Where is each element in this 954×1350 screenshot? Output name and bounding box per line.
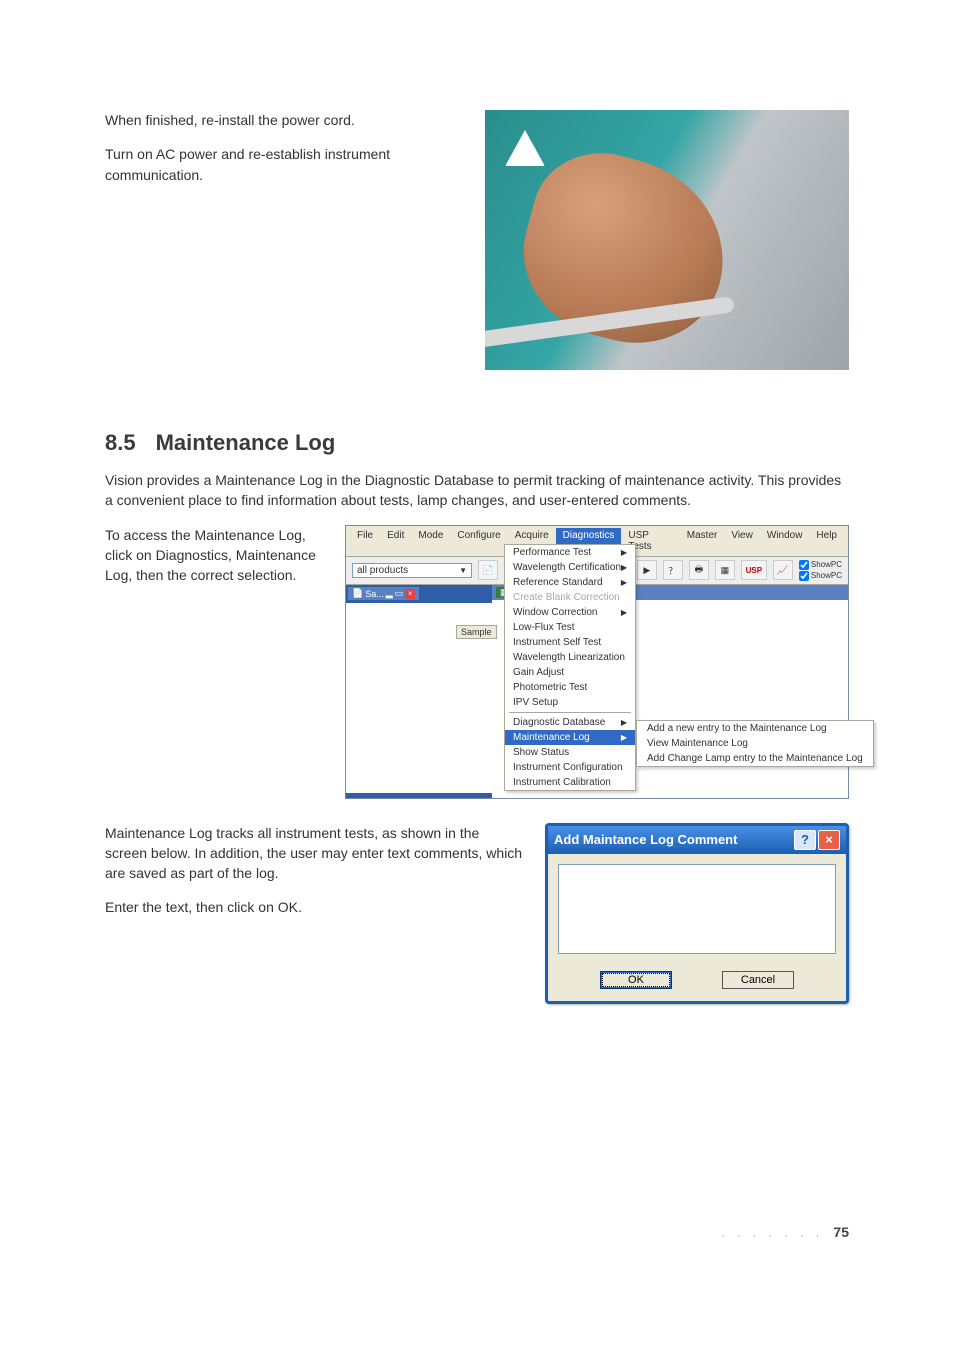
menu-item-window-correction[interactable]: Window Correction▶ (505, 605, 635, 620)
chevron-right-icon: ▶ (621, 608, 627, 617)
page-number: 75 (833, 1224, 849, 1240)
window-icon[interactable]: ▭ (395, 588, 404, 599)
menu-item-reference-standard[interactable]: Reference Standard▶ (505, 575, 635, 590)
cancel-button[interactable]: Cancel (722, 971, 794, 989)
comment-textarea[interactable] (558, 864, 836, 954)
menu-item-wavelength-certification[interactable]: Wavelength Certification▶ (505, 560, 635, 575)
chevron-right-icon: ▶ (621, 718, 627, 727)
product-combo[interactable]: all products ▼ (352, 563, 472, 578)
chevron-right-icon: ▶ (621, 548, 627, 557)
menu-item-ipv-setup[interactable]: IPV Setup (505, 695, 635, 710)
submenu-item-add-change-lamp-entry-to-the-m[interactable]: Add Change Lamp entry to the Maintenance… (637, 751, 873, 766)
section-title-text: Maintenance Log (156, 430, 336, 455)
screenshot-menu: FileEditModeConfigureAcquireDiagnosticsU… (345, 525, 849, 799)
menu-item-create-blank-correction: Create Blank Correction (505, 590, 635, 605)
menu-file[interactable]: File (350, 528, 380, 554)
menu-item-performance-test[interactable]: Performance Test▶ (505, 545, 635, 560)
doc-icon[interactable]: 📄 (478, 560, 498, 580)
menu-item-low-flux-test[interactable]: Low-Flux Test (505, 620, 635, 635)
section-number: 8.5 (105, 430, 136, 455)
chevron-right-icon: ▶ (621, 578, 627, 587)
menu-item-instrument-self-test[interactable]: Instrument Self Test (505, 635, 635, 650)
menu-edit[interactable]: Edit (380, 528, 411, 554)
help-icon[interactable]: ? (794, 830, 816, 850)
sample-label: Sample (456, 625, 497, 639)
footer-dots: . . . . . . . (721, 1224, 824, 1240)
play-icon[interactable]: ▶ (637, 560, 657, 580)
menu-master[interactable]: Master (680, 528, 725, 554)
menu-item-wavelength-linearization[interactable]: Wavelength Linearization (505, 650, 635, 665)
chevron-right-icon: ▶ (621, 563, 627, 572)
print-icon[interactable]: 🖶 (689, 560, 709, 580)
close-icon[interactable]: × (405, 589, 415, 599)
paragraph-4: Enter the text, then click on OK. (105, 897, 525, 917)
help-pointer-icon[interactable]: ？ (663, 560, 683, 580)
submenu-item-view-maintenance-log[interactable]: View Maintenance Log (637, 736, 873, 751)
dialog-title: Add Maintance Log Comment (554, 832, 737, 847)
combo-value: all products (357, 565, 408, 576)
menu-item-maintenance-log[interactable]: Maintenance Log▶ (505, 730, 635, 745)
menu-item-gain-adjust[interactable]: Gain Adjust (505, 665, 635, 680)
instrument-photo (485, 110, 849, 370)
maintenance-log-submenu: Add a new entry to the Maintenance LogVi… (636, 720, 874, 767)
close-icon[interactable]: × (818, 830, 840, 850)
menu-item-photometric-test[interactable]: Photometric Test (505, 680, 635, 695)
report-icon[interactable]: ▦ (715, 560, 735, 580)
submenu-item-add-a-new-entry-to-the-mainten[interactable]: Add a new entry to the Maintenance Log (637, 721, 873, 736)
menu-mode[interactable]: Mode (411, 528, 450, 554)
menu-view[interactable]: View (724, 528, 760, 554)
min-icon[interactable]: ▂ (386, 588, 393, 599)
usp-icon[interactable]: USP (741, 560, 767, 580)
tab-sa[interactable]: 📄 Sa... ▂ ▭ × (348, 587, 419, 600)
menu-item-instrument-configuration[interactable]: Instrument Configuration (505, 760, 635, 775)
menu-item-show-status[interactable]: Show Status (505, 745, 635, 760)
check-showpc-2[interactable]: ShowPC (799, 571, 842, 581)
chevron-down-icon: ▼ (459, 566, 467, 575)
ok-button[interactable]: OK (600, 971, 672, 989)
section-heading: 8.5 Maintenance Log (105, 430, 849, 456)
paragraph-1: Vision provides a Maintenance Log in the… (105, 470, 849, 511)
intro-line-1: When finished, re-install the power cord… (105, 110, 465, 130)
check-showpc-1[interactable]: ShowPC (799, 560, 842, 570)
intro-line-2: Turn on AC power and re-establish instru… (105, 144, 465, 185)
paragraph-3: Maintenance Log tracks all instrument te… (105, 823, 525, 884)
menu-help[interactable]: Help (809, 528, 844, 554)
menu-configure[interactable]: Configure (450, 528, 507, 554)
menu-item-instrument-calibration[interactable]: Instrument Calibration (505, 775, 635, 790)
paragraph-2: To access the Maintenance Log, click on … (105, 525, 335, 586)
chevron-right-icon: ▶ (621, 733, 627, 742)
graph-icon[interactable]: 📈 (773, 560, 793, 580)
menu-window[interactable]: Window (760, 528, 810, 554)
add-comment-dialog: Add Maintance Log Comment ? × OK Cancel (545, 823, 849, 1004)
menu-item-diagnostic-database[interactable]: Diagnostic Database▶ (505, 715, 635, 730)
diagnostics-menu: Performance Test▶Wavelength Certificatio… (504, 544, 636, 791)
